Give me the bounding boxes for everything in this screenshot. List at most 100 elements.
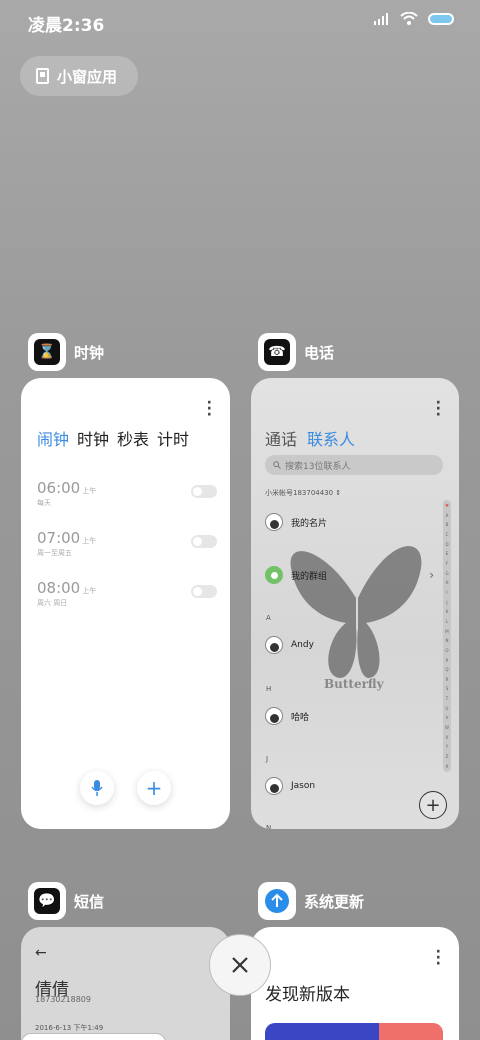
alpha-index-letter[interactable]: O (445, 648, 448, 653)
alarm-toggle[interactable] (191, 535, 217, 548)
arrow-up-circle-icon (265, 889, 289, 913)
alpha-index-letter[interactable]: P (446, 658, 448, 663)
microphone-icon (91, 780, 103, 796)
alarm-item[interactable]: 06:00 上午 每天 (37, 478, 217, 508)
section-header-a: A (266, 614, 271, 622)
sms-app-icon: 💬 (28, 882, 66, 920)
small-window-label: 小窗应用 (57, 67, 118, 86)
message-timestamp: 2016-6-13 下午1:49 (35, 1024, 104, 1032)
more-options-icon[interactable]: · · · (436, 945, 441, 971)
account-selector[interactable]: 小米帐号183704430 ⇕ (265, 488, 341, 498)
contact-name: 我的名片 (291, 518, 328, 529)
update-title: 发现新版本 (265, 985, 350, 1005)
avatar (265, 513, 283, 531)
my-card-item[interactable]: 我的名片 (265, 513, 327, 531)
contact-item[interactable]: Andy (265, 636, 314, 654)
chevron-right-icon: › (429, 568, 434, 582)
contact-item[interactable]: Jason (265, 777, 315, 795)
more-options-icon[interactable]: · · · (436, 396, 441, 422)
alarm-days: 周一至周五 (37, 549, 72, 557)
alpha-index-letter[interactable]: I (446, 590, 447, 595)
alpha-index-letter[interactable]: K (446, 609, 449, 614)
contact-name: Jason (291, 781, 316, 791)
butterfly-text: Butterfly (324, 677, 385, 691)
alarm-days: 周六 周日 (37, 599, 68, 607)
battery-icon (428, 12, 454, 25)
my-groups-item[interactable]: 我的群组 (265, 566, 327, 584)
alpha-index-letter[interactable]: L (446, 619, 448, 624)
phone-app-name: 电话 (304, 343, 335, 362)
alpha-index-letter[interactable]: C (446, 532, 449, 537)
alpha-index-letter[interactable]: R (446, 677, 449, 682)
phone-app-card[interactable]: · · · 通话 联系人 搜索13位联系人 小米帐号183704430 ⇕ Butt… (251, 378, 459, 829)
clear-all-button[interactable] (209, 934, 271, 996)
alpha-index-letter[interactable]: U (446, 706, 449, 711)
tab-stopwatch[interactable]: 秒表 (117, 426, 149, 450)
alpha-index-letter[interactable]: D (445, 542, 448, 547)
contact-name: 哈哈 (291, 712, 310, 723)
alpha-index-letter[interactable]: Q (445, 667, 448, 672)
alarm-days: 每天 (37, 499, 51, 507)
alpha-index-letter[interactable]: E (446, 551, 449, 556)
alpha-index-letter[interactable]: # (445, 764, 448, 769)
alpha-index-letter[interactable]: B (446, 522, 449, 527)
alarm-item[interactable]: 07:00 上午 周一至周五 (37, 528, 217, 558)
butterfly-wallpaper: Butterfly (290, 546, 422, 691)
sms-app-header[interactable]: 💬 短信 (28, 882, 104, 920)
update-app-header[interactable]: 系统更新 (258, 882, 364, 920)
alarm-time: 06:00 (37, 479, 81, 497)
tab-calls[interactable]: 通话 (265, 426, 297, 450)
voice-alarm-button[interactable] (80, 771, 114, 805)
sms-app-card[interactable]: ← 倩倩 18730218809 2016-6-13 下午1:49 (21, 927, 230, 1040)
back-arrow-icon[interactable]: ← (35, 945, 47, 961)
small-window-apps-button[interactable]: 小窗应用 (20, 56, 138, 96)
add-alarm-button[interactable]: + (137, 771, 171, 805)
tab-alarm[interactable]: 闹钟 (37, 426, 69, 450)
section-header-h: H (266, 685, 272, 693)
alpha-index-letter[interactable]: A (446, 513, 449, 518)
update-app-name: 系统更新 (304, 892, 365, 911)
alarm-item[interactable]: 08:00 上午 周六 周日 (37, 578, 217, 608)
plus-icon: + (145, 776, 163, 800)
contacts-search-input[interactable]: 搜索13位联系人 (265, 455, 443, 475)
status-time: 凌晨2:36 (28, 16, 105, 36)
phone-app-icon: ☎ (258, 333, 296, 371)
tab-timer[interactable]: 计时 (157, 426, 189, 450)
clock-tabs: 闹钟 时钟 秒表 计时 (37, 426, 189, 450)
alpha-index-letter[interactable]: V (446, 715, 449, 720)
alarm-ampm: 上午 (82, 587, 97, 595)
update-app-card[interactable]: · · · 发现新版本 (251, 927, 459, 1040)
avatar (265, 777, 283, 795)
alarm-toggle[interactable] (191, 485, 217, 498)
tab-clock[interactable]: 时钟 (77, 426, 109, 450)
swap-icon: ⇕ (335, 489, 342, 497)
update-app-icon (258, 882, 296, 920)
alpha-index-letter[interactable]: W (445, 725, 449, 730)
alpha-index-letter[interactable]: H (445, 580, 448, 585)
contact-item[interactable]: 哈哈 (265, 707, 309, 725)
alarm-toggle[interactable] (191, 585, 217, 598)
phone-app-header[interactable]: ☎ 电话 (258, 333, 334, 371)
alpha-index-letter[interactable]: J (446, 600, 447, 605)
alpha-index-letter[interactable]: X (446, 735, 449, 740)
alpha-index-letter[interactable]: T (446, 696, 448, 701)
tab-contacts[interactable]: 联系人 (307, 426, 355, 450)
close-icon (232, 957, 248, 973)
alpha-index-letter[interactable]: F (446, 561, 448, 566)
phone-tabs: 通话 联系人 (265, 426, 355, 450)
small-window-icon (36, 68, 49, 84)
alpha-index-letter[interactable]: S (446, 686, 449, 691)
section-header-j: J (266, 755, 269, 763)
alpha-index-letter[interactable]: Y (446, 744, 448, 749)
alpha-index-letter[interactable]: ♥ (445, 503, 449, 508)
more-options-icon[interactable]: · · · (207, 396, 212, 422)
alphabet-index-scrollbar[interactable]: ♥ A B C D E F G H I J K L M N O P Q R S T U V W X Y Z # (443, 500, 451, 772)
alpha-index-letter[interactable]: N (446, 638, 449, 643)
alpha-index-letter[interactable]: Z (446, 754, 449, 759)
clock-app-card[interactable]: · · · 闹钟 时钟 秒表 计时 06:00 上午 每天 07:00 上午 周一至周五… (21, 378, 230, 829)
alpha-index-letter[interactable]: M (445, 629, 448, 634)
clock-app-header[interactable]: ⌛ 时钟 (28, 333, 104, 371)
alpha-index-letter[interactable]: G (445, 571, 448, 576)
contact-name: Andy (291, 640, 314, 650)
add-contact-button[interactable]: + (419, 791, 447, 819)
